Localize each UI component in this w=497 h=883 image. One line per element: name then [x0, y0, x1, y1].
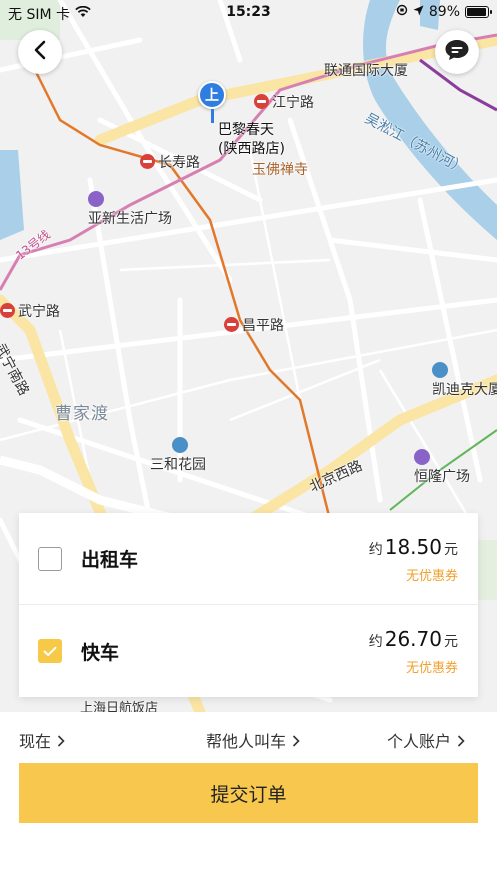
call-for-others-link[interactable]: 帮他人叫车 — [206, 728, 300, 752]
shopping-icon — [414, 449, 430, 465]
metro-icon — [140, 154, 155, 169]
map-label-caojiadu: 曹家渡 — [55, 404, 109, 424]
chat-bubble-icon — [444, 38, 470, 66]
metro-icon — [0, 303, 15, 318]
building-icon — [172, 437, 188, 453]
back-button[interactable] — [18, 30, 62, 74]
metro-icon — [254, 94, 269, 109]
pickup-place-branch: (陕西路店) — [218, 141, 285, 157]
coupon-status: 无优惠券 — [405, 661, 458, 676]
ride-options-card: 出租车 约 18.50 元 无优惠券 快车 约 26.70 元 无优惠券 — [19, 513, 478, 697]
pickup-pin-stem — [210, 109, 214, 123]
status-bar: 无 SIM 卡 15:23 89% — [0, 0, 497, 26]
price-amount: 18.50 — [384, 535, 442, 559]
time-selector[interactable]: 现在 — [19, 728, 65, 752]
ride-option-price: 约 18.50 元 无优惠券 — [368, 535, 458, 584]
coupon-status: 无优惠券 — [405, 569, 458, 584]
pickup-place-label: 巴黎春天 (陕西路店) — [218, 121, 285, 159]
ride-option-name: 快车 — [81, 641, 120, 664]
ride-option-name: 出租车 — [81, 549, 139, 571]
submit-order-button[interactable]: 提交订单 — [19, 763, 478, 823]
message-button[interactable] — [435, 30, 479, 74]
battery-icon — [465, 6, 492, 18]
building-icon — [432, 362, 448, 378]
account-selector[interactable]: 个人账户 — [387, 728, 465, 752]
map-label-lianhe-tower: 联通国际大厦 — [324, 63, 408, 79]
map-label-yufo-temple: 玉佛禅寺 — [252, 162, 308, 178]
express-checkbox[interactable] — [38, 639, 62, 663]
map-label-jiangning-road: 江宁路 — [254, 92, 314, 112]
map-label-yaxin-plaza: 亚新生活广场 — [88, 191, 172, 228]
orientation-lock-icon — [396, 4, 408, 20]
battery-percent: 89% — [428, 4, 460, 20]
map-label-henglong-plaza: 恒隆广场 — [414, 449, 470, 486]
chevron-right-icon — [292, 732, 300, 751]
shopping-icon — [88, 191, 104, 207]
location-arrow-icon — [413, 4, 424, 20]
bottom-area — [0, 823, 497, 883]
price-amount: 26.70 — [384, 627, 442, 651]
map-label-kaidike: 凯迪克大厦 — [432, 362, 497, 399]
metro-icon — [224, 317, 239, 332]
options-bar: 现在 帮他人叫车 个人账户 — [0, 712, 497, 762]
ride-option-taxi[interactable]: 出租车 约 18.50 元 无优惠券 — [19, 513, 478, 604]
map-label-wuning-road: 武宁路 — [0, 301, 60, 321]
chevron-left-icon — [33, 40, 47, 64]
checkmark-icon — [43, 646, 57, 656]
ride-option-price: 约 26.70 元 无优惠券 — [368, 627, 458, 676]
ride-option-express[interactable]: 快车 约 26.70 元 无优惠券 — [19, 604, 478, 697]
map-label-shanghai-hotel: 上海日航饭店 — [80, 701, 159, 712]
map-label-changshou-road: 长寿路 — [140, 152, 200, 172]
map-label-changping-road: 昌平路 — [224, 315, 284, 335]
taxi-checkbox[interactable] — [38, 546, 62, 571]
pickup-pin-head: 上 — [198, 81, 226, 109]
map-label-sanhe-garden: 三和花园 — [150, 437, 206, 474]
chevron-right-icon — [457, 732, 465, 751]
pickup-place-name: 巴黎春天 — [218, 122, 274, 138]
chevron-right-icon — [57, 732, 65, 751]
